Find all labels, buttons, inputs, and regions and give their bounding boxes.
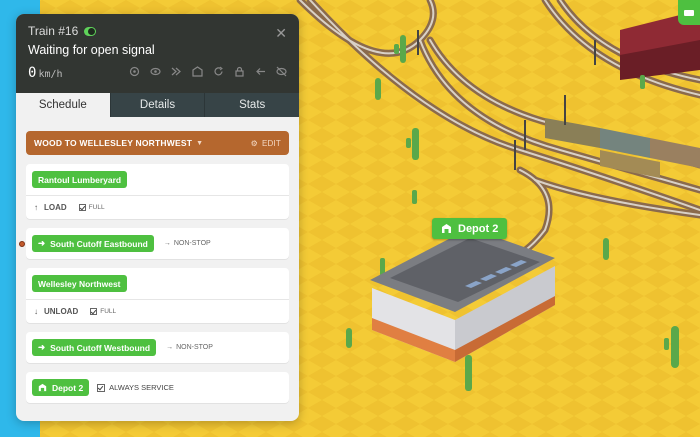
reverse-icon[interactable] (255, 66, 266, 77)
speed-unit: km/h (38, 69, 63, 80)
top-right-green-button[interactable] (678, 0, 700, 25)
train-icon (684, 9, 694, 16)
train-title: Train #16 (28, 24, 79, 38)
stop-waypoint-pill[interactable]: ➜ South Cutoff Eastbound (32, 235, 154, 252)
stop-action: LOAD (44, 203, 67, 212)
schedule-stop[interactable]: Wellesley Northwest ↓ UNLOAD FULL (26, 268, 289, 323)
checkbox-icon (97, 383, 106, 392)
schedule-stop[interactable]: ➜ South Cutoff Westbound → NON-STOP (26, 332, 289, 363)
route-name: WOOD TO WELLESLEY NORTHWEST (34, 138, 193, 148)
depot-icon[interactable] (192, 66, 203, 77)
panel-tabs: Schedule Details Stats (16, 93, 299, 117)
target-icon[interactable] (129, 66, 140, 77)
chevron-down-icon: ▼ (196, 139, 204, 147)
train-panel: Train #16 Waiting for open signal 0 km/h… (16, 14, 299, 421)
nonstop-mode[interactable]: → NON-STOP (166, 344, 213, 351)
tab-stats[interactable]: Stats (204, 93, 299, 117)
train-enabled-toggle[interactable] (84, 26, 97, 36)
full-option[interactable]: FULL (78, 204, 105, 211)
arrow-right-icon: ➜ (38, 238, 46, 248)
arrow-icon: → (166, 344, 174, 351)
always-service-option[interactable]: ALWAYS SERVICE (97, 383, 174, 392)
depot-map-label[interactable]: Depot 2 (432, 218, 508, 239)
current-stop-marker (19, 241, 25, 247)
unload-arrow-icon: ↓ (34, 307, 38, 316)
arrow-right-icon: ➜ (38, 342, 46, 352)
schedule-stop[interactable]: ➜ South Cutoff Eastbound → NON-STOP (19, 228, 289, 259)
panel-header: Train #16 Waiting for open signal 0 km/h… (16, 14, 299, 93)
stop-action-row[interactable]: ↓ UNLOAD FULL (26, 299, 289, 323)
option-label: ALWAYS SERVICE (109, 383, 174, 392)
mode-label: NON-STOP (176, 344, 213, 351)
stop-station-pill[interactable]: Rantoul Lumberyard (32, 171, 128, 188)
tab-details[interactable]: Details (109, 93, 205, 117)
depot-icon (38, 383, 47, 392)
schedule-stop[interactable]: Rantoul Lumberyard ↑ LOAD FULL (26, 164, 289, 219)
hide-icon[interactable] (276, 66, 287, 77)
train-status: Waiting for open signal (28, 43, 155, 57)
eye-icon[interactable] (150, 66, 161, 77)
tab-schedule[interactable]: Schedule (16, 93, 110, 117)
schedule-list: WOOD TO WELLESLEY NORTHWEST ▼ ⚙ EDIT Ran… (16, 117, 299, 403)
depot-label-text: Depot 2 (458, 222, 499, 235)
checkbox-icon (90, 308, 98, 315)
stop-name: South Cutoff Eastbound (50, 238, 148, 249)
stop-waypoint-pill[interactable]: ➜ South Cutoff Westbound (32, 339, 157, 356)
stop-action-row[interactable]: ↑ LOAD FULL (26, 195, 289, 219)
speed-value: 0 (28, 65, 37, 81)
route-selector[interactable]: WOOD TO WELLESLEY NORTHWEST ▼ ⚙ EDIT (26, 131, 289, 155)
stop-name: Depot 2 (52, 382, 84, 393)
gear-icon: ⚙ (250, 138, 258, 148)
edit-label: EDIT (261, 138, 281, 148)
stop-station-pill[interactable]: Wellesley Northwest (32, 275, 127, 292)
mode-label: NON-STOP (173, 240, 211, 247)
train-action-icons (129, 66, 287, 77)
depot-icon (442, 224, 451, 233)
stop-name: South Cutoff Westbound (50, 342, 151, 353)
load-arrow-icon: ↑ (34, 203, 38, 212)
stop-action: UNLOAD (44, 307, 79, 316)
stop-depot-pill[interactable]: Depot 2 (32, 379, 90, 396)
schedule-stop[interactable]: Depot 2 ALWAYS SERVICE (26, 372, 289, 403)
full-option[interactable]: FULL (90, 308, 116, 315)
stop-name: Wellesley Northwest (38, 278, 121, 289)
nonstop-mode[interactable]: → NON-STOP (164, 240, 211, 247)
arrow-icon: → (163, 240, 171, 247)
stop-name: Rantoul Lumberyard (38, 174, 122, 185)
option-label: FULL (88, 204, 105, 211)
lock-icon[interactable] (234, 66, 245, 77)
fast-forward-icon[interactable] (171, 66, 182, 77)
edit-route-button[interactable]: ⚙ EDIT (251, 139, 281, 148)
close-icon[interactable]: ✕ (275, 26, 287, 40)
checkbox-icon (78, 204, 86, 211)
refresh-icon[interactable] (213, 66, 224, 77)
option-label: FULL (100, 308, 117, 315)
